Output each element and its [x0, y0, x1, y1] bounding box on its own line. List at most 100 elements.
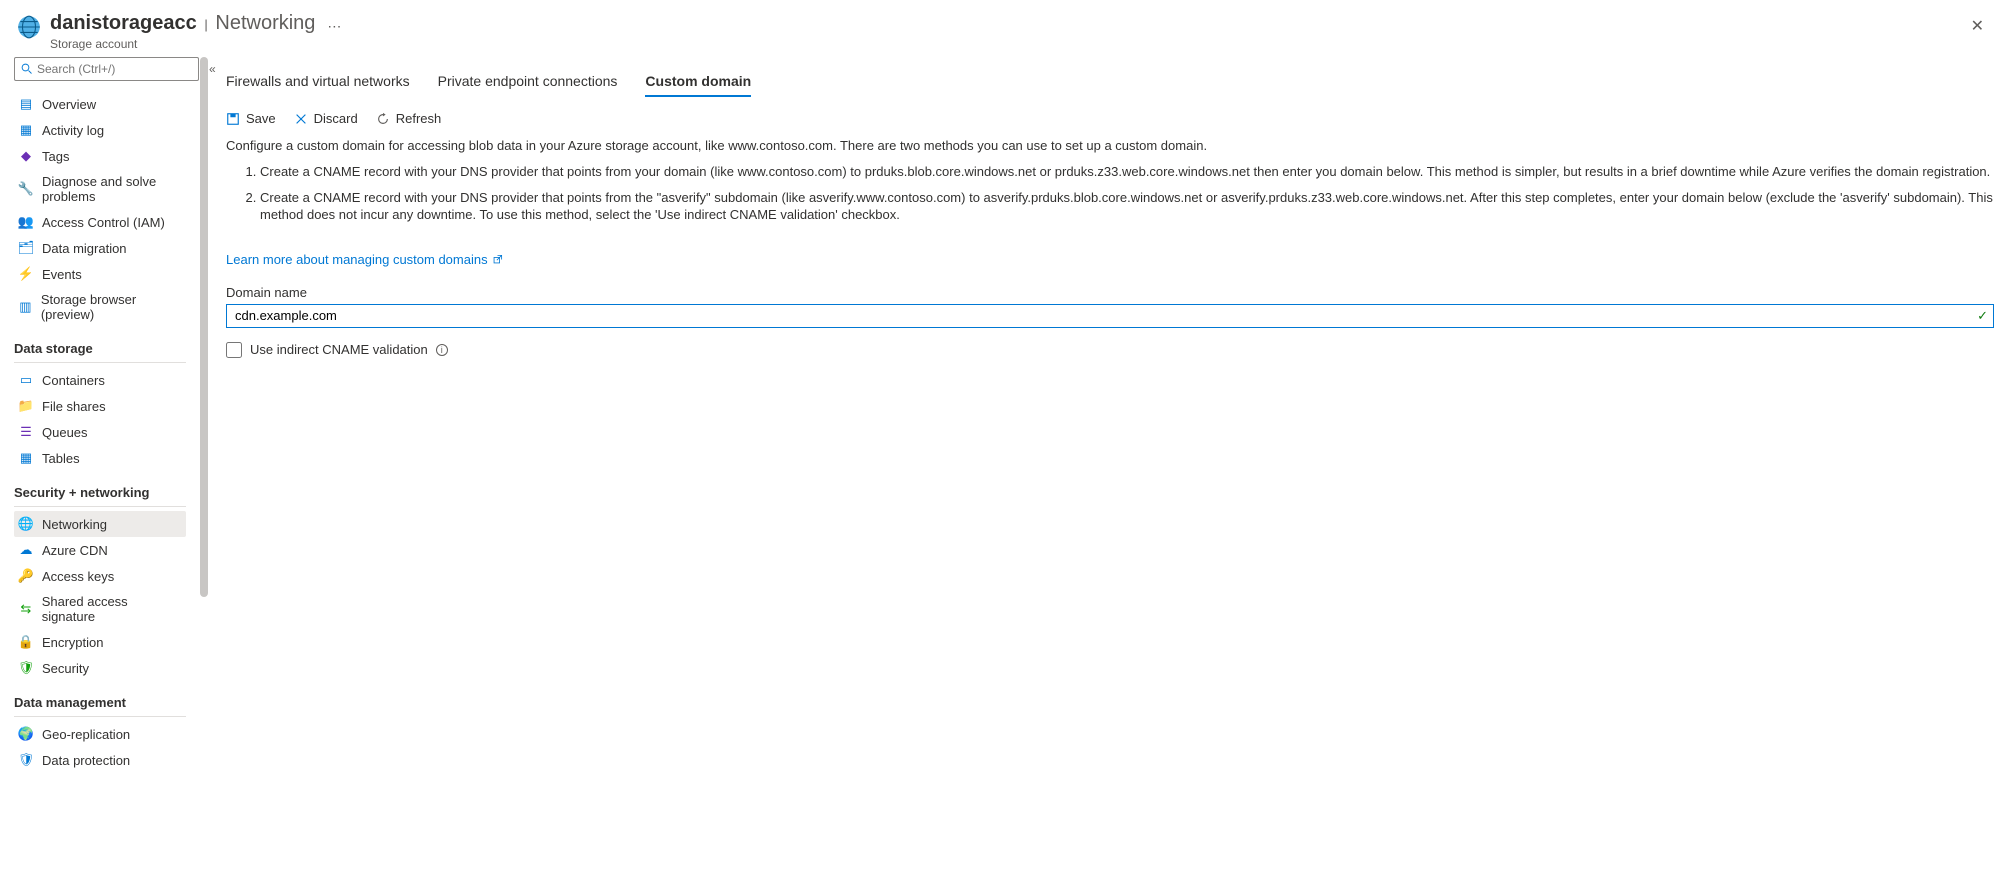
save-icon [226, 112, 240, 126]
tabs: Firewalls and virtual networks Private e… [226, 57, 1994, 97]
nav-events[interactable]: ⚡ Events [14, 261, 186, 287]
nav-section-data-storage: Data storage [14, 327, 186, 360]
nav-label: Queues [42, 425, 88, 440]
storage-account-icon [16, 14, 42, 40]
description-text: Configure a custom domain for accessing … [226, 138, 1994, 153]
external-link-icon [492, 254, 503, 265]
data-migration-icon: 🗂 [18, 240, 34, 256]
info-icon[interactable]: i [436, 344, 448, 356]
main-content: Firewalls and virtual networks Private e… [208, 57, 2012, 889]
nav-tags[interactable]: ◆ Tags [14, 143, 186, 169]
nav-section-data-mgmt: Data management [14, 681, 186, 714]
nav-label: Azure CDN [42, 543, 108, 558]
nav-storage-browser[interactable]: ▥ Storage browser (preview) [14, 287, 186, 327]
nav-label: Storage browser (preview) [41, 292, 182, 322]
tab-firewalls[interactable]: Firewalls and virtual networks [226, 67, 410, 97]
nav-security[interactable]: 🛡 Security [14, 655, 186, 681]
overview-icon: ▤ [18, 96, 34, 112]
sidebar-scrollbar[interactable] [200, 57, 208, 889]
nav-azure-cdn[interactable]: ☁ Azure CDN [14, 537, 186, 563]
nav-divider [14, 506, 186, 507]
title-separator: | [200, 17, 211, 32]
resource-type: Storage account [50, 37, 315, 51]
domain-name-input[interactable] [226, 304, 1994, 328]
refresh-icon [376, 112, 390, 126]
nav-divider [14, 362, 186, 363]
toolbar: Save Discard Refresh [226, 105, 1994, 138]
learn-more-text: Learn more about managing custom domains [226, 252, 488, 267]
nav-label: Diagnose and solve problems [42, 174, 182, 204]
nav-label: Networking [42, 517, 107, 532]
instructions-list: Create a CNAME record with your DNS prov… [226, 163, 1994, 224]
tab-custom-domain[interactable]: Custom domain [645, 67, 751, 97]
nav-label: Security [42, 661, 89, 676]
instruction-step: Create a CNAME record with your DNS prov… [260, 189, 1994, 224]
nav-activity-log[interactable]: ▦Activity log [14, 117, 186, 143]
nav-geo-replication[interactable]: 🌍 Geo-replication [14, 721, 186, 747]
refresh-button[interactable]: Refresh [376, 111, 442, 126]
nav-overview[interactable]: ▤ Overview [14, 91, 186, 117]
nav-containers[interactable]: ▭ Containers [14, 367, 186, 393]
storage-browser-icon: ▥ [18, 299, 33, 315]
header-title-block: danistorageacc | Networking Storage acco… [50, 12, 315, 51]
page-header: danistorageacc | Networking Storage acco… [0, 0, 2012, 57]
search-box[interactable] [14, 57, 199, 81]
nav-label: Containers [42, 373, 105, 388]
nav-access-keys[interactable]: 🔑Access keys [14, 563, 186, 589]
domain-name-label: Domain name [226, 285, 1994, 300]
close-button[interactable]: ✕ [1963, 12, 1992, 40]
containers-icon: ▭ [18, 372, 34, 388]
nav-label: File shares [42, 399, 106, 414]
learn-more-link[interactable]: Learn more about managing custom domains [226, 252, 503, 267]
diagnose-icon: 🔧 [18, 181, 34, 197]
nav-shared-access-signature[interactable]: ⇆Shared access signature [14, 589, 186, 629]
more-actions-button[interactable]: ⋯ [327, 12, 341, 35]
indirect-cname-label: Use indirect CNAME validation [250, 342, 428, 357]
nav-queues[interactable]: ☰ Queues [14, 419, 186, 445]
nav-label: Events [42, 267, 82, 282]
nav-diagnose[interactable]: 🔧 Diagnose and solve problems [14, 169, 186, 209]
search-input[interactable] [37, 62, 192, 76]
indirect-cname-checkbox[interactable] [226, 342, 242, 358]
queues-icon: ☰ [18, 424, 34, 440]
tables-icon: ▦ [18, 450, 34, 466]
sas-icon: ⇆ [18, 601, 34, 617]
discard-button[interactable]: Discard [294, 111, 358, 126]
nav-label: Geo-replication [42, 727, 130, 742]
nav-file-shares[interactable]: 📁 File shares [14, 393, 186, 419]
geo-replication-icon: 🌍 [18, 726, 34, 742]
discard-label: Discard [314, 111, 358, 126]
nav-data-protection[interactable]: 🛡Data protection [14, 747, 186, 773]
instruction-step: Create a CNAME record with your DNS prov… [260, 163, 1994, 181]
nav-label: Overview [42, 97, 96, 112]
nav-label: Encryption [42, 635, 103, 650]
nav-divider [14, 716, 186, 717]
nav-label: Data migration [42, 241, 127, 256]
nav-tables[interactable]: ▦Tables [14, 445, 186, 471]
azure-cdn-icon: ☁ [18, 542, 34, 558]
page-title: Networking [215, 12, 315, 34]
nav-data-migration[interactable]: 🗂 Data migration [14, 235, 186, 261]
refresh-label: Refresh [396, 111, 442, 126]
tab-private-endpoint[interactable]: Private endpoint connections [438, 67, 618, 97]
events-icon: ⚡ [18, 266, 34, 282]
sidebar: « ▤Overview ▦Activity log ◆Tags 🔧Diagnos… [0, 57, 200, 889]
resource-name: danistorageacc [50, 12, 197, 34]
save-label: Save [246, 111, 276, 126]
validation-success-icon: ✓ [1977, 308, 1988, 324]
nav-label: Tags [42, 149, 69, 164]
tags-icon: ◆ [18, 148, 34, 164]
encryption-icon: 🔒 [18, 634, 34, 650]
nav-encryption[interactable]: 🔒 Encryption [14, 629, 186, 655]
nav-label: Activity log [42, 123, 104, 138]
access-keys-icon: 🔑 [18, 568, 34, 584]
discard-icon [294, 112, 308, 126]
data-protection-icon: 🛡 [18, 752, 34, 768]
save-button[interactable]: Save [226, 111, 276, 126]
nav-networking[interactable]: 🌐Networking [14, 511, 186, 537]
file-shares-icon: 📁 [18, 398, 34, 414]
nav-section-security: Security + networking [14, 471, 186, 504]
access-control-icon: 👥 [18, 214, 34, 230]
security-icon: 🛡 [18, 660, 34, 676]
nav-access-control[interactable]: 👥Access Control (IAM) [14, 209, 186, 235]
